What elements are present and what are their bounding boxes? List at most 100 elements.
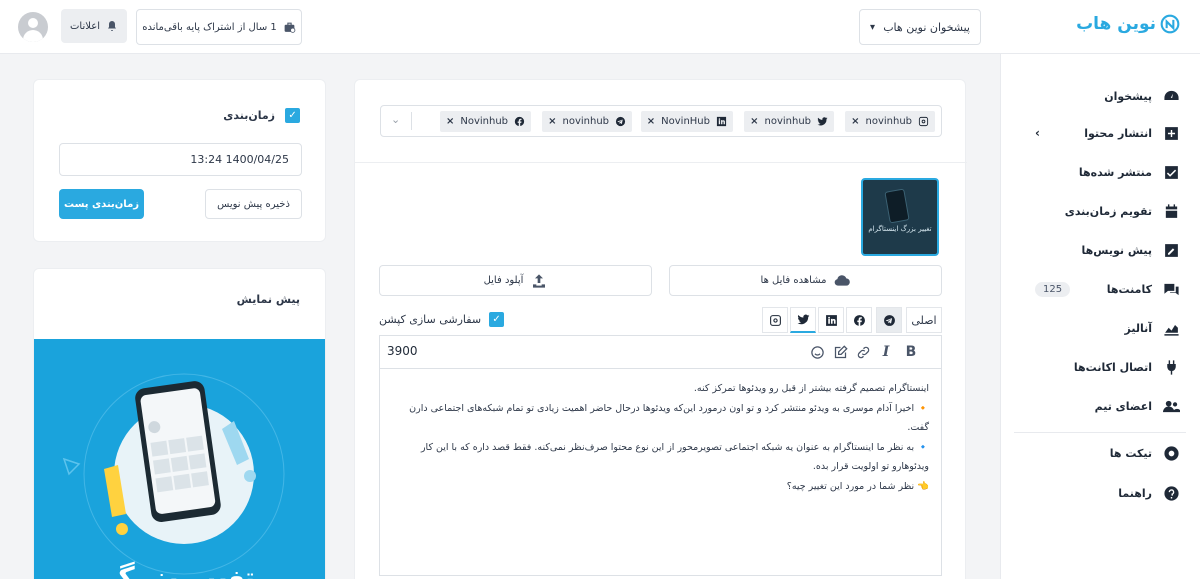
remove-icon[interactable]: × <box>750 116 758 127</box>
editor-toolbar: 3900 B I <box>379 335 942 368</box>
preview-title: پیش نمایش <box>236 293 300 306</box>
tab-facebook[interactable] <box>846 307 872 333</box>
sidebar-item-label: پیشخوان <box>1104 89 1152 103</box>
sidebar-item-tickets[interactable]: تیکت ها <box>1015 441 1180 465</box>
bold-icon[interactable]: B <box>902 343 920 361</box>
datetime-input[interactable]: 1400/04/25 13:24 <box>59 143 302 176</box>
account-name: NovinHub <box>661 116 710 127</box>
calendar-icon <box>1162 202 1180 220</box>
tab-main[interactable]: اصلی <box>906 307 942 333</box>
notifications-label: اعلانات <box>70 20 100 32</box>
emoji-icon[interactable] <box>808 343 826 361</box>
character-counter: 3900 <box>387 344 418 358</box>
linkedin-icon <box>716 116 727 127</box>
avatar[interactable] <box>18 12 48 42</box>
divider <box>355 162 967 163</box>
caption-textarea[interactable]: اینستاگرام تصمیم گرفته بیشتر از قبل رو و… <box>379 368 942 576</box>
sidebar-item-team[interactable]: اعضای تیم <box>1015 394 1180 418</box>
sidebar-item-label: اعضای تیم <box>1094 399 1152 413</box>
sidebar-item-label: تقویم زمان‌بندی <box>1064 204 1152 218</box>
edit-note-icon[interactable] <box>831 343 849 361</box>
account-name: novinhub <box>865 116 912 127</box>
preview-illustration <box>34 339 325 579</box>
sidebar: پیشخوان انتشار محتوا › منتشر شده‌ها تقوی… <box>1000 54 1200 579</box>
chevron-down-icon[interactable]: ⌄ <box>391 113 400 126</box>
upload-file-label: آپلود فایل <box>483 275 524 286</box>
account-chip[interactable]: Novinhub × <box>439 111 531 132</box>
subscription-status[interactable]: 1 سال از اشتراک پایه باقی‌مانده <box>136 9 302 45</box>
tab-instagram[interactable] <box>762 307 788 333</box>
check-square-icon <box>1162 163 1180 181</box>
tab-linkedin[interactable] <box>818 307 844 333</box>
upload-file-button[interactable]: آپلود فایل <box>379 265 652 296</box>
account-chip[interactable]: NovinHub × <box>640 111 733 132</box>
account-name: Novinhub <box>460 116 508 127</box>
remove-icon[interactable]: × <box>446 116 454 127</box>
sidebar-item-label: کامنت‌ها <box>1106 282 1152 296</box>
remove-icon[interactable]: × <box>548 116 556 127</box>
italic-icon[interactable]: I <box>877 343 895 361</box>
sidebar-item-publish[interactable]: انتشار محتوا › <box>1015 121 1180 145</box>
remove-icon[interactable]: × <box>647 116 655 127</box>
datetime-value: 1400/04/25 13:24 <box>190 153 289 166</box>
sidebar-item-calendar[interactable]: تقویم زمان‌بندی <box>1015 199 1180 223</box>
preview-image: تغییر بزرگ <box>34 339 325 579</box>
sidebar-item-help[interactable]: راهنما <box>1015 481 1180 505</box>
sidebar-divider <box>1014 432 1186 433</box>
telegram-icon <box>615 116 626 127</box>
sidebar-item-connect-accounts[interactable]: اتصال اکانت‌ها <box>1015 355 1180 379</box>
schedule-post-label: زمان‌بندی پست <box>64 198 140 210</box>
facebook-icon <box>514 116 525 127</box>
notifications-button[interactable]: اعلانات <box>61 9 127 43</box>
sidebar-item-label: تیکت ها <box>1109 446 1152 460</box>
account-chip[interactable]: novinhub × <box>845 111 935 132</box>
cloud-icon <box>835 274 851 286</box>
accounts-select[interactable]: novinhub × novinhub × NovinHub × novinhu… <box>380 105 942 137</box>
dashboard-icon <box>1162 87 1180 105</box>
telegram-icon <box>883 314 895 326</box>
brand-logo[interactable]: نوین هاب <box>1076 14 1180 34</box>
sidebar-item-label: پیش نویس‌ها <box>1081 243 1152 257</box>
sidebar-item-analytics[interactable]: آنالیز <box>1015 316 1180 340</box>
sidebar-item-drafts[interactable]: پیش نویس‌ها <box>1015 238 1180 262</box>
phone-illustration <box>884 188 910 224</box>
save-draft-button[interactable]: ذخیره پیش نویس <box>205 189 302 219</box>
sidebar-item-comments[interactable]: کامنت‌ها 125 <box>1015 277 1180 301</box>
sidebar-item-label: آنالیز <box>1124 321 1153 335</box>
link-icon[interactable] <box>854 343 872 361</box>
brand-name: نوین هاب <box>1076 14 1156 34</box>
help-icon <box>1162 484 1180 502</box>
account-chip[interactable]: novinhub × <box>542 111 632 132</box>
custom-caption-label: سفارشی سازی کپشن <box>379 313 482 326</box>
chevron-left-icon: › <box>1035 126 1040 140</box>
sidebar-item-published[interactable]: منتشر شده‌ها <box>1015 160 1180 184</box>
twitter-icon <box>817 117 828 126</box>
checkbox-checked-icon[interactable]: ✓ <box>285 108 300 123</box>
comments-count-badge: 125 <box>1035 281 1071 297</box>
checkbox-checked-icon[interactable]: ✓ <box>489 312 505 327</box>
twitter-icon <box>797 314 809 325</box>
instagram-icon <box>918 116 929 127</box>
sidebar-item-dashboard[interactable]: پیشخوان <box>1015 84 1180 108</box>
linkedin-icon <box>825 314 837 326</box>
view-files-button[interactable]: مشاهده فایل ها <box>669 265 942 296</box>
preview-card: پیش نمایش تغییر بزرگ <box>33 268 326 579</box>
account-chip[interactable]: novinhub × <box>744 111 834 132</box>
briefcase-icon <box>284 22 296 33</box>
media-thumbnail[interactable]: تغییر بزرگ اینستاگرام <box>861 178 939 256</box>
sidebar-item-label: اتصال اکانت‌ها <box>1073 360 1152 374</box>
caption-line: 👈 نظر شما در مورد این تغییر چیه؟ <box>786 480 929 492</box>
chart-icon <box>1162 319 1180 337</box>
logo-icon <box>1160 14 1180 34</box>
dashboard-select[interactable]: پیشخوان نوین هاب ▾ <box>859 9 981 45</box>
tab-main-label: اصلی <box>911 313 937 327</box>
schedule-toggle[interactable]: ✓ زمان‌بندی <box>223 108 300 123</box>
upload-icon <box>533 273 546 288</box>
custom-caption-toggle[interactable]: ✓ سفارشی سازی کپشن <box>379 312 505 327</box>
top-bar: نوین هاب پیشخوان نوین هاب ▾ 1 سال از اشت… <box>0 0 1200 54</box>
tab-telegram[interactable] <box>876 307 902 333</box>
tab-twitter[interactable] <box>790 307 816 333</box>
remove-icon[interactable]: × <box>851 116 859 127</box>
preview-image-text: تغییر بزرگ <box>105 561 256 579</box>
schedule-post-button[interactable]: زمان‌بندی پست <box>59 189 144 219</box>
